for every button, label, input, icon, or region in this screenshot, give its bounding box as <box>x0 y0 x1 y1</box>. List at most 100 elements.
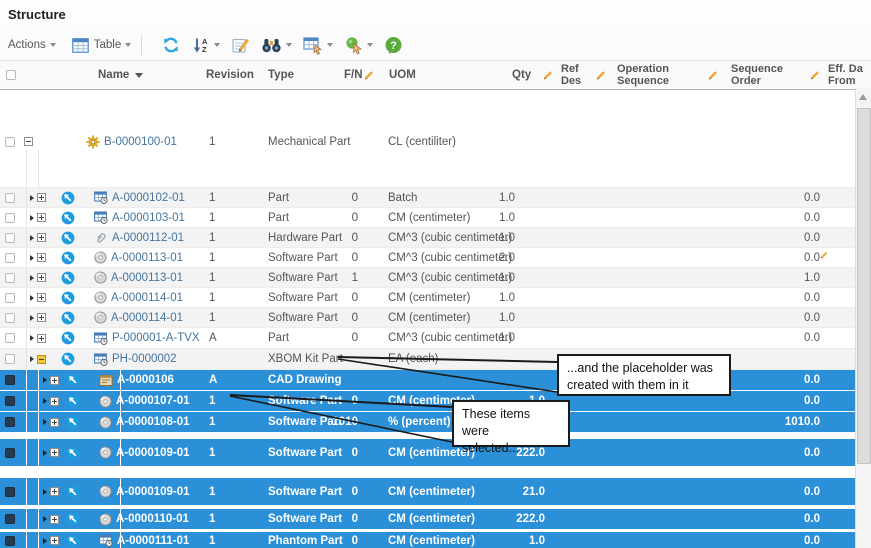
column-header-opseq[interactable]: OperationSequence <box>617 61 669 89</box>
column-header-seqorder[interactable]: SequenceOrder <box>731 61 783 89</box>
expand-plus-icon[interactable] <box>37 193 46 202</box>
item-number-link[interactable]: A-0000108-01 <box>116 416 190 428</box>
item-number-link[interactable]: B-0000100-01 <box>104 136 177 148</box>
select-item-button[interactable] <box>344 32 373 58</box>
table-row[interactable]: A-0000103-011Part0CM (centimeter)1.00.0 <box>0 208 855 228</box>
row-checkbox[interactable] <box>5 354 15 364</box>
expand-plus-icon[interactable] <box>50 536 59 545</box>
expander-cell[interactable] <box>30 288 56 307</box>
column-header-revision[interactable]: Revision <box>206 61 254 89</box>
row-checkbox[interactable] <box>5 137 15 147</box>
row-checkbox[interactable] <box>5 375 15 385</box>
expand-plus-icon[interactable] <box>37 313 46 322</box>
table-row[interactable]: A-0000109-011Software Part0CM (centimete… <box>0 439 855 467</box>
expand-plus-icon[interactable] <box>50 418 59 427</box>
collapse-minus-icon[interactable] <box>37 355 46 364</box>
table-row[interactable]: A-0000112-011Hardware Part0CM^3 (cubic c… <box>0 228 855 248</box>
vertical-scrollbar[interactable] <box>855 88 871 548</box>
column-header-type[interactable]: Type <box>268 61 294 89</box>
sort-button[interactable]: AZ <box>192 32 220 58</box>
row-checkbox[interactable] <box>5 333 15 343</box>
item-number-link[interactable]: A-0000112-01 <box>112 232 184 244</box>
table-row[interactable]: A-0000113-011Software Part0CM^3 (cubic c… <box>0 248 855 268</box>
column-header-fn[interactable]: F/N <box>344 61 363 89</box>
item-number-link[interactable]: A-0000114-01 <box>111 312 183 324</box>
expander-cell[interactable] <box>30 308 56 327</box>
table-row[interactable]: A-0000113-011Software Part1CM^3 (cubic c… <box>0 268 855 288</box>
table-row[interactable]: P-000001-A-TVXAPart0CM^3 (cubic centimet… <box>0 328 855 349</box>
select-all-checkbox[interactable] <box>6 70 16 80</box>
item-number-link[interactable]: A-0000107-01 <box>116 395 190 407</box>
row-checkbox[interactable] <box>5 396 15 406</box>
table-row[interactable]: A-0000111-011Phantom Part0CM (centimeter… <box>0 532 855 548</box>
expand-plus-icon[interactable] <box>50 487 59 496</box>
table-row[interactable]: A-0000109-011Software Part0CM (centimete… <box>0 478 855 506</box>
expand-plus-icon[interactable] <box>37 213 46 222</box>
column-header-effdate[interactable]: Eff. DaFrom <box>828 61 863 89</box>
expand-plus-icon[interactable] <box>37 253 46 262</box>
column-header-refdes[interactable]: RefDes <box>561 61 581 89</box>
expand-plus-icon[interactable] <box>50 376 59 385</box>
expander-cell[interactable] <box>30 268 56 287</box>
select-table-button[interactable] <box>303 32 333 58</box>
item-number-link[interactable]: PH-0000002 <box>112 353 177 365</box>
table-view-button[interactable]: Table <box>72 32 132 58</box>
expander-cell[interactable] <box>30 228 56 247</box>
refresh-button[interactable] <box>161 32 181 58</box>
item-number-link[interactable]: A-0000114-01 <box>111 292 183 304</box>
row-checkbox[interactable] <box>5 253 15 263</box>
row-checkbox[interactable] <box>5 487 15 497</box>
help-button[interactable]: ? <box>384 32 403 58</box>
actions-menu-button[interactable]: Actions <box>8 32 56 58</box>
row-checkbox[interactable] <box>5 233 15 243</box>
expander-cell[interactable] <box>24 96 50 187</box>
item-number-link[interactable]: A-0000113-01 <box>111 272 183 284</box>
expander-cell[interactable] <box>30 188 56 207</box>
table-row[interactable]: A-0000114-011Software Part0CM (centimete… <box>0 288 855 308</box>
state-cell <box>66 532 82 548</box>
expand-plus-icon[interactable] <box>37 334 46 343</box>
expander-cell[interactable] <box>30 328 56 348</box>
row-checkbox[interactable] <box>5 273 15 283</box>
expand-plus-icon[interactable] <box>50 515 59 524</box>
expander-cell[interactable] <box>30 248 56 267</box>
row-checkbox[interactable] <box>5 448 15 458</box>
row-checkbox[interactable] <box>5 536 15 546</box>
item-number-link[interactable]: A-0000106 <box>117 374 174 386</box>
collapse-minus-icon[interactable] <box>24 137 33 146</box>
table-row[interactable]: B-0000100-011Mechanical PartCL (centilit… <box>0 96 855 188</box>
row-checkbox[interactable] <box>5 313 15 323</box>
expander-cell[interactable] <box>30 349 56 369</box>
row-checkbox[interactable] <box>5 417 15 427</box>
item-number-link[interactable]: A-0000102-01 <box>112 192 185 204</box>
expand-plus-icon[interactable] <box>50 448 59 457</box>
item-number-link[interactable]: A-0000109-01 <box>116 486 190 498</box>
table-row[interactable]: A-0000102-011Part0Batch1.00.0 <box>0 188 855 208</box>
table-row[interactable]: A-0000108-011Software Part1010% (percent… <box>0 412 855 433</box>
item-number-link[interactable]: A-0000110-01 <box>116 513 189 525</box>
column-header-uom[interactable]: UOM <box>389 61 416 89</box>
row-checkbox[interactable] <box>5 193 15 203</box>
column-header-name[interactable]: Name <box>98 61 143 89</box>
item-number-link[interactable]: A-0000111-01 <box>117 535 189 547</box>
expand-plus-icon[interactable] <box>37 293 46 302</box>
expand-plus-icon[interactable] <box>37 273 46 282</box>
row-checkbox[interactable] <box>5 293 15 303</box>
row-checkbox[interactable] <box>5 514 15 524</box>
name-cell: A-0000106 <box>99 370 279 390</box>
table-row[interactable]: A-0000114-011Software Part0CM (centimete… <box>0 308 855 328</box>
expander-cell[interactable] <box>30 208 56 227</box>
find-button[interactable] <box>261 32 292 58</box>
expand-plus-icon[interactable] <box>37 233 46 242</box>
item-number-link[interactable]: P-000001-A-TVX <box>112 332 200 344</box>
table-row[interactable]: A-0000110-011Software Part0CM (centimete… <box>0 509 855 530</box>
scroll-up-arrow-icon[interactable] <box>859 94 867 100</box>
expand-plus-icon[interactable] <box>50 397 59 406</box>
item-number-link[interactable]: A-0000103-01 <box>112 212 185 224</box>
row-checkbox[interactable] <box>5 213 15 223</box>
edit-button[interactable] <box>231 32 250 58</box>
column-header-qty[interactable]: Qty <box>512 61 531 89</box>
item-number-link[interactable]: A-0000113-01 <box>111 252 183 264</box>
scrollbar-thumb[interactable] <box>857 108 871 464</box>
item-number-link[interactable]: A-0000109-01 <box>116 447 190 459</box>
